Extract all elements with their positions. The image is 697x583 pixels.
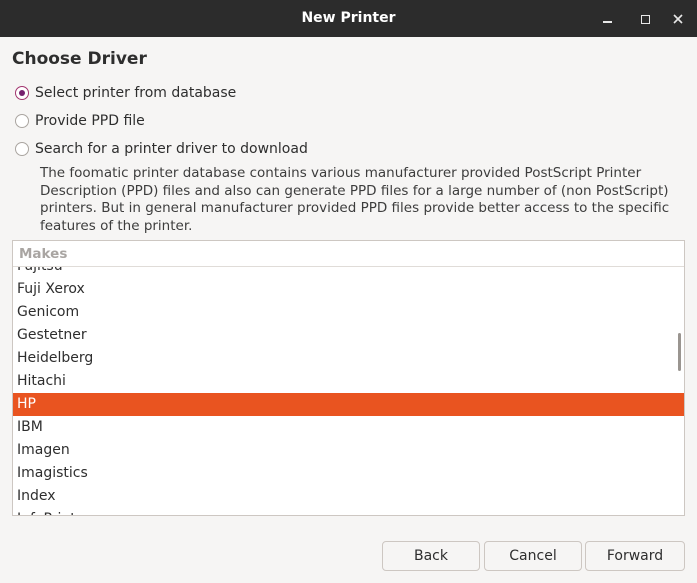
database-description: The foomatic printer database contains v… (40, 165, 670, 234)
makes-rows: Fujitsu Fuji Xerox Genicom Gestetner Hei… (13, 255, 684, 515)
list-item[interactable]: Imagistics (13, 462, 684, 485)
makes-column-header[interactable]: Makes (13, 241, 684, 267)
list-item[interactable]: Genicom (13, 301, 684, 324)
radio-search-driver-download[interactable]: Search for a printer driver to download (15, 139, 308, 159)
maximize-icon[interactable] (635, 9, 655, 29)
list-item[interactable]: InfoPrint (13, 508, 684, 515)
forward-button[interactable]: Forward (585, 541, 685, 571)
radio-label: Select printer from database (35, 85, 237, 101)
title-bar: New Printer (0, 0, 697, 37)
list-item[interactable]: Hitachi (13, 370, 684, 393)
list-item[interactable]: Gestetner (13, 324, 684, 347)
cancel-button[interactable]: Cancel (484, 541, 582, 571)
list-item[interactable]: Imagen (13, 439, 684, 462)
list-item[interactable]: Heidelberg (13, 347, 684, 370)
page-title: Choose Driver (12, 49, 147, 69)
close-icon[interactable] (668, 9, 688, 29)
scrollbar-thumb[interactable] (678, 333, 681, 371)
radio-label: Search for a printer driver to download (35, 141, 308, 157)
window-title: New Printer (301, 10, 396, 26)
list-item[interactable]: Index (13, 485, 684, 508)
list-item-selected[interactable]: HP (13, 393, 684, 416)
makes-list[interactable]: Fujitsu Fuji Xerox Genicom Gestetner Hei… (12, 240, 685, 516)
radio-select-from-database[interactable]: Select printer from database (15, 83, 236, 103)
back-button[interactable]: Back (382, 541, 480, 571)
radio-unchecked-icon[interactable] (15, 142, 29, 156)
list-item[interactable]: IBM (13, 416, 684, 439)
radio-unchecked-icon[interactable] (15, 114, 29, 128)
minimize-icon[interactable] (597, 9, 617, 29)
radio-provide-ppd-file[interactable]: Provide PPD file (15, 111, 145, 131)
list-item[interactable]: Fuji Xerox (13, 278, 684, 301)
radio-label: Provide PPD file (35, 113, 145, 129)
radio-checked-icon[interactable] (15, 86, 29, 100)
